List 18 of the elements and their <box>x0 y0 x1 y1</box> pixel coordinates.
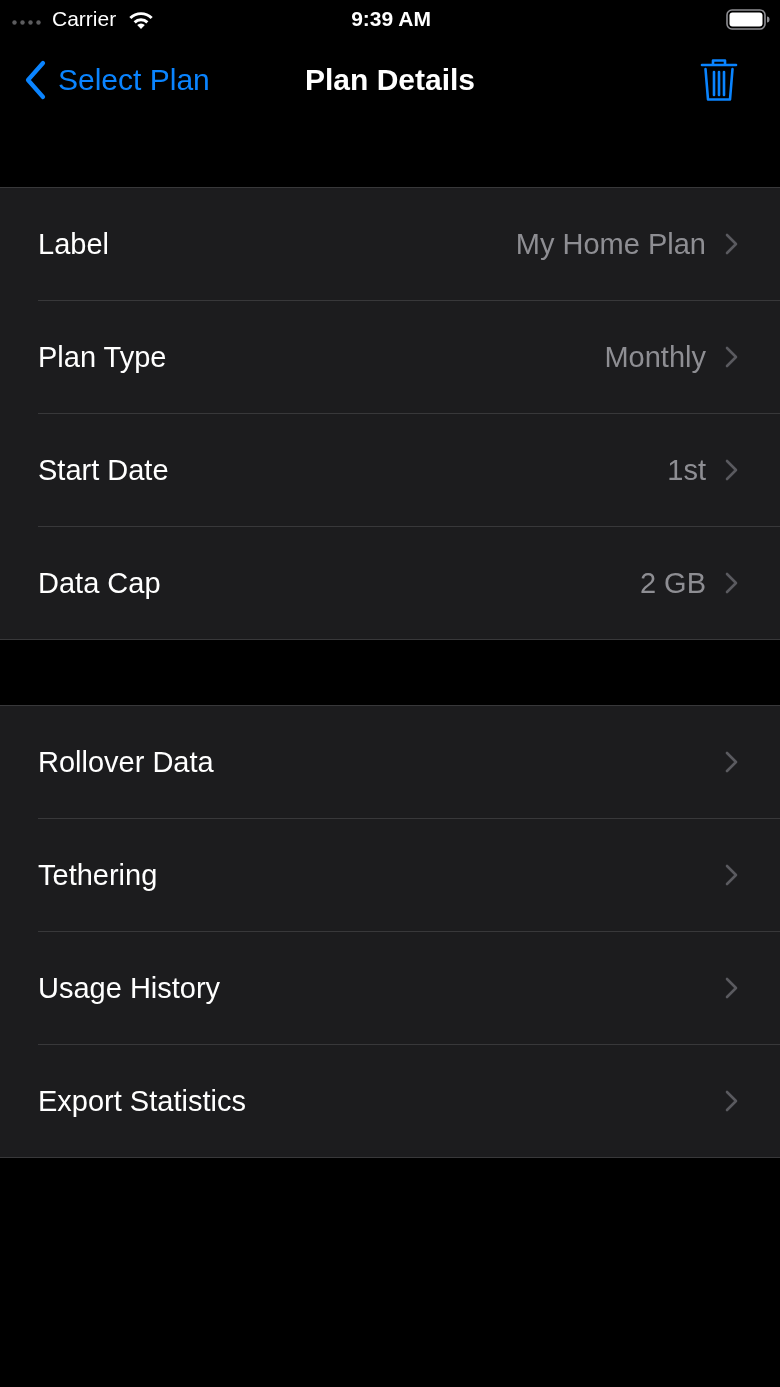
wifi-icon <box>128 9 155 29</box>
chevron-icon <box>725 977 738 999</box>
back-chevron-icon <box>24 60 46 100</box>
back-button[interactable]: Select Plan <box>24 60 210 100</box>
chevron-icon <box>725 233 738 255</box>
chevron-icon <box>725 459 738 481</box>
chevron-icon <box>725 864 738 886</box>
battery-icon <box>726 8 770 30</box>
signal-dots-icon <box>12 19 42 25</box>
chevron-icon <box>725 572 738 594</box>
chevron-icon <box>725 751 738 773</box>
delete-button[interactable] <box>700 58 738 102</box>
clock-time: 9:39 AM <box>351 7 431 31</box>
chevron-icon <box>725 1090 738 1112</box>
trash-icon <box>700 58 738 102</box>
carrier-name: Carrier <box>52 7 117 31</box>
chevron-icon <box>725 346 738 368</box>
screen-title: Plan Details <box>304 63 476 97</box>
